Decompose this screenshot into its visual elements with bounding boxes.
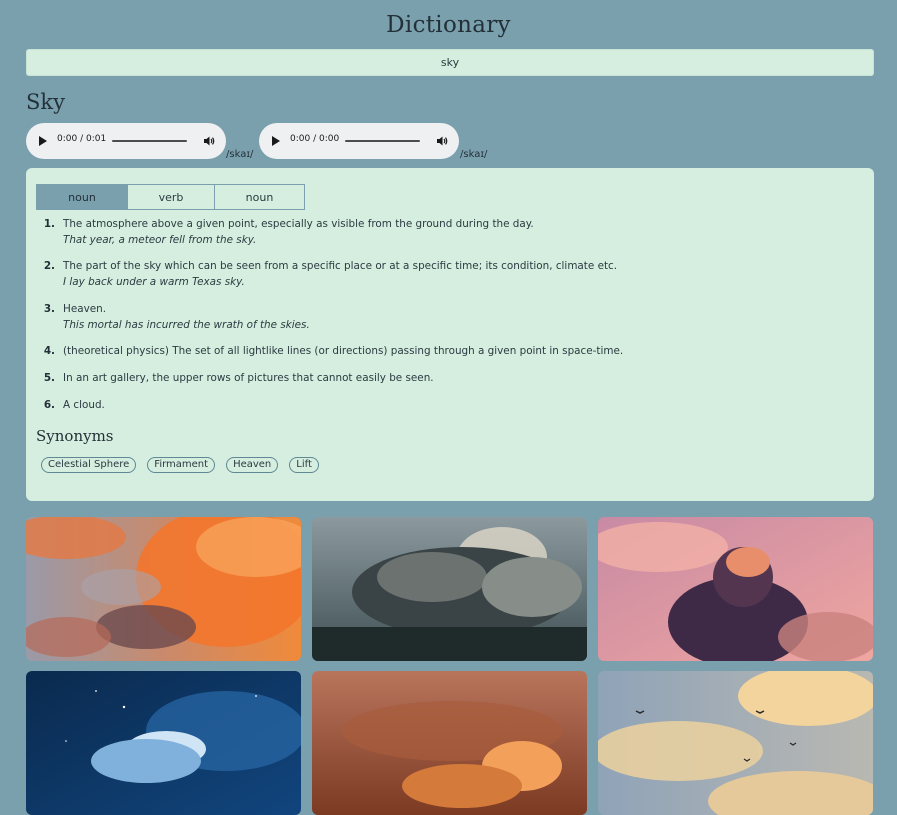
word-title: Sky	[26, 90, 65, 114]
gallery-image[interactable]	[598, 517, 873, 661]
definition-text: In an art gallery, the upper rows of pic…	[63, 372, 434, 384]
audio-player: 0:00 / 0:00	[259, 123, 459, 159]
play-button[interactable]	[39, 136, 47, 146]
audio-progress-slider[interactable]	[345, 140, 420, 142]
tab-noun-2[interactable]: noun	[214, 184, 305, 210]
synonyms-heading: Synonyms	[36, 427, 114, 445]
search-input[interactable]	[26, 49, 874, 76]
definition-number: 2.	[43, 260, 55, 272]
phonetic-text: /skaɪ/	[460, 149, 488, 160]
synonym-chip[interactable]: Heaven	[226, 457, 279, 473]
definition-number: 6.	[43, 399, 55, 411]
definition-text: Heaven.	[63, 303, 107, 315]
definition-number: 1.	[43, 218, 55, 230]
definition-number: 4.	[43, 345, 55, 357]
gallery-image[interactable]	[26, 671, 301, 815]
tab-noun[interactable]: noun	[36, 184, 128, 210]
gallery-image[interactable]	[312, 671, 587, 815]
synonym-chip[interactable]: Firmament	[147, 457, 216, 473]
synonyms-list: Celestial Sphere Firmament Heaven Lift	[41, 457, 330, 473]
gallery-image[interactable]	[312, 517, 587, 661]
definition-text: A cloud.	[63, 399, 105, 411]
synonym-chip[interactable]: Lift	[289, 457, 319, 473]
definition-text: The atmosphere above a given point, espe…	[63, 218, 534, 230]
volume-icon[interactable]	[436, 135, 448, 147]
gallery-image[interactable]	[598, 671, 873, 815]
audio-progress-slider[interactable]	[112, 140, 187, 142]
definition-example: I lay back under a warm Texas sky.	[63, 276, 245, 288]
audio-time: 0:00 / 0:00	[290, 134, 340, 144]
part-of-speech-tabs: noun verb noun	[36, 184, 305, 210]
app-title: Dictionary	[386, 12, 511, 38]
definition-text: (theoretical physics) The set of all lig…	[63, 345, 624, 357]
volume-icon[interactable]	[203, 135, 215, 147]
definition-text: The part of the sky which can be seen fr…	[63, 260, 618, 272]
definition-number: 3.	[43, 303, 55, 315]
synonym-chip[interactable]: Celestial Sphere	[41, 457, 137, 473]
definition-number: 5.	[43, 372, 55, 384]
audio-player: 0:00 / 0:01	[26, 123, 226, 159]
gallery-image[interactable]	[26, 517, 301, 661]
definition-example: That year, a meteor fell from the sky.	[63, 234, 257, 246]
play-button[interactable]	[272, 136, 280, 146]
definition-example: This mortal has incurred the wrath of th…	[63, 319, 310, 331]
audio-time: 0:00 / 0:01	[57, 134, 107, 144]
phonetic-text: /skaɪ/	[226, 149, 254, 160]
definitions-panel: noun verb noun 1. The atmosphere above a…	[26, 168, 874, 501]
tab-verb[interactable]: verb	[127, 184, 215, 210]
